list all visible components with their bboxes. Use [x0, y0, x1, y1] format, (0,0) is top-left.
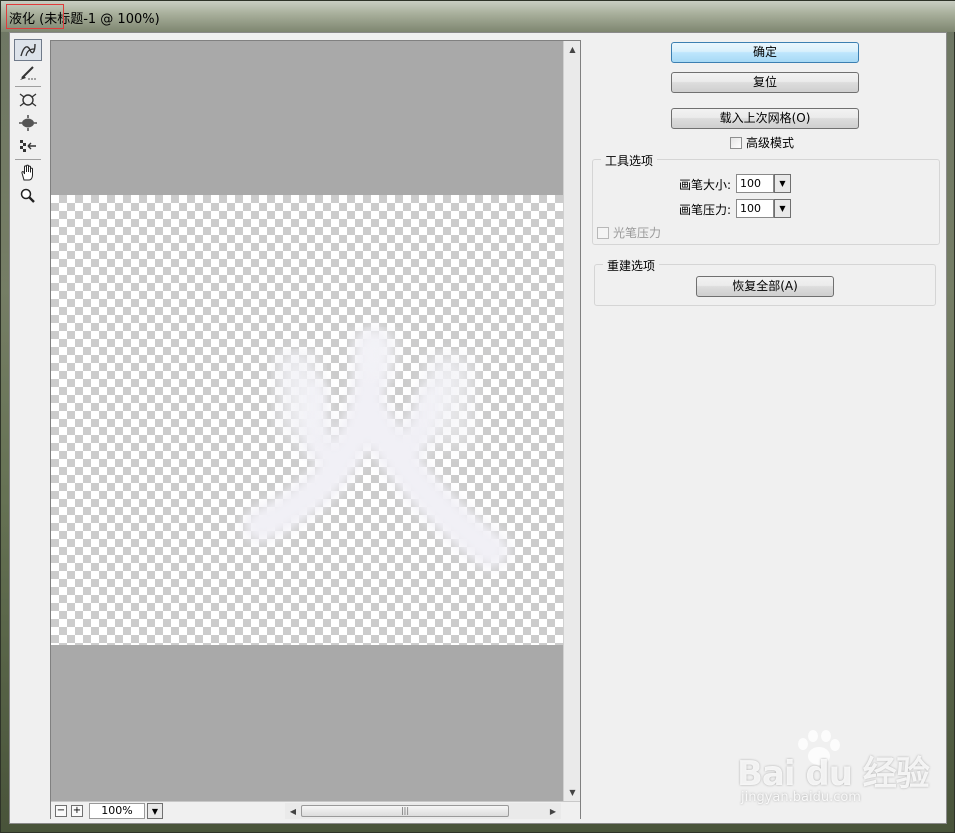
liquified-character-image	[244, 328, 509, 568]
stylus-pressure-checkbox[interactable]	[597, 226, 609, 239]
preview-canvas[interactable]: ▲ ▼ − + 100% ▼ ◀ ||| ▶	[50, 40, 581, 819]
scroll-left-icon[interactable]: ◀	[285, 803, 301, 819]
horizontal-scrollbar[interactable]: ◀ ||| ▶	[285, 803, 561, 819]
advanced-mode-label: 高级模式	[746, 136, 795, 150]
brush-size-dropdown[interactable]: ▼	[774, 174, 791, 193]
reconstruct-options-title: 重建选项	[603, 257, 660, 274]
hand-icon[interactable]	[14, 162, 42, 184]
push-left-icon[interactable]	[14, 135, 42, 157]
chevron-down-icon: ▼	[779, 204, 786, 213]
canvas-gray-bottom	[51, 645, 563, 801]
scroll-up-icon[interactable]: ▲	[564, 41, 581, 58]
canvas-status-bar: − + 100% ▼ ◀ ||| ▶	[51, 801, 580, 819]
transparent-image-area[interactable]	[51, 195, 563, 645]
title-highlight-box	[6, 4, 64, 29]
tool-separator	[15, 159, 41, 160]
reset-button[interactable]: 复位	[671, 72, 859, 93]
dialog-client-area: ▲ ▼ − + 100% ▼ ◀ ||| ▶ 确定 复位 载入上次网格(O) 高…	[9, 32, 947, 824]
chevron-down-icon: ▼	[779, 179, 786, 188]
zoom-level-field[interactable]: 100%	[89, 803, 145, 819]
brush-size-input[interactable]: 100	[736, 174, 774, 193]
bloat-icon[interactable]	[14, 112, 42, 134]
liquify-window: 液化 (未标题-1 @ 100%) ▲ ▼ − + 100% ▼ ◀ ||| ▶…	[0, 0, 955, 833]
stylus-pressure-label: 光笔压力	[613, 226, 662, 240]
title-bar[interactable]: 液化 (未标题-1 @ 100%)	[1, 1, 955, 32]
reconstruct-options-group: 重建选项 恢复全部(A)	[594, 257, 936, 306]
forward-warp-icon[interactable]	[14, 39, 42, 61]
load-last-mesh-button[interactable]: 载入上次网格(O)	[671, 108, 859, 129]
stylus-pressure-option[interactable]: 光笔压力	[597, 224, 661, 241]
tool-palette	[14, 39, 44, 208]
brush-pressure-dropdown[interactable]: ▼	[774, 199, 791, 218]
advanced-mode-checkbox[interactable]	[730, 136, 742, 149]
horizontal-scroll-thumb[interactable]: |||	[301, 805, 509, 817]
vertical-scrollbar[interactable]: ▲ ▼	[563, 41, 580, 801]
pucker-icon[interactable]	[14, 89, 42, 111]
brush-pressure-input[interactable]: 100	[736, 199, 774, 218]
restore-all-button[interactable]: 恢复全部(A)	[696, 276, 834, 297]
brush-pressure-label: 画笔压力:	[679, 203, 732, 217]
tool-options-group: 工具选项 画笔大小: 100 ▼ 画笔压力: 100 ▼ 光笔压力	[592, 152, 940, 245]
reconstruct-icon[interactable]	[14, 62, 42, 84]
tool-separator	[15, 86, 41, 87]
ok-button[interactable]: 确定	[671, 42, 859, 63]
canvas-gray-top	[51, 41, 563, 195]
zoom-dropdown-button[interactable]: ▼	[147, 803, 163, 819]
zoom-out-button[interactable]: −	[55, 805, 67, 817]
zoom-in-button[interactable]: +	[71, 805, 83, 817]
tool-options-title: 工具选项	[601, 152, 658, 169]
scroll-right-icon[interactable]: ▶	[545, 803, 561, 819]
scroll-down-icon[interactable]: ▼	[564, 784, 581, 801]
brush-size-label: 画笔大小:	[679, 178, 732, 192]
zoom-icon[interactable]	[14, 185, 42, 207]
advanced-mode-option[interactable]: 高级模式	[730, 134, 794, 151]
chevron-down-icon: ▼	[151, 806, 159, 816]
